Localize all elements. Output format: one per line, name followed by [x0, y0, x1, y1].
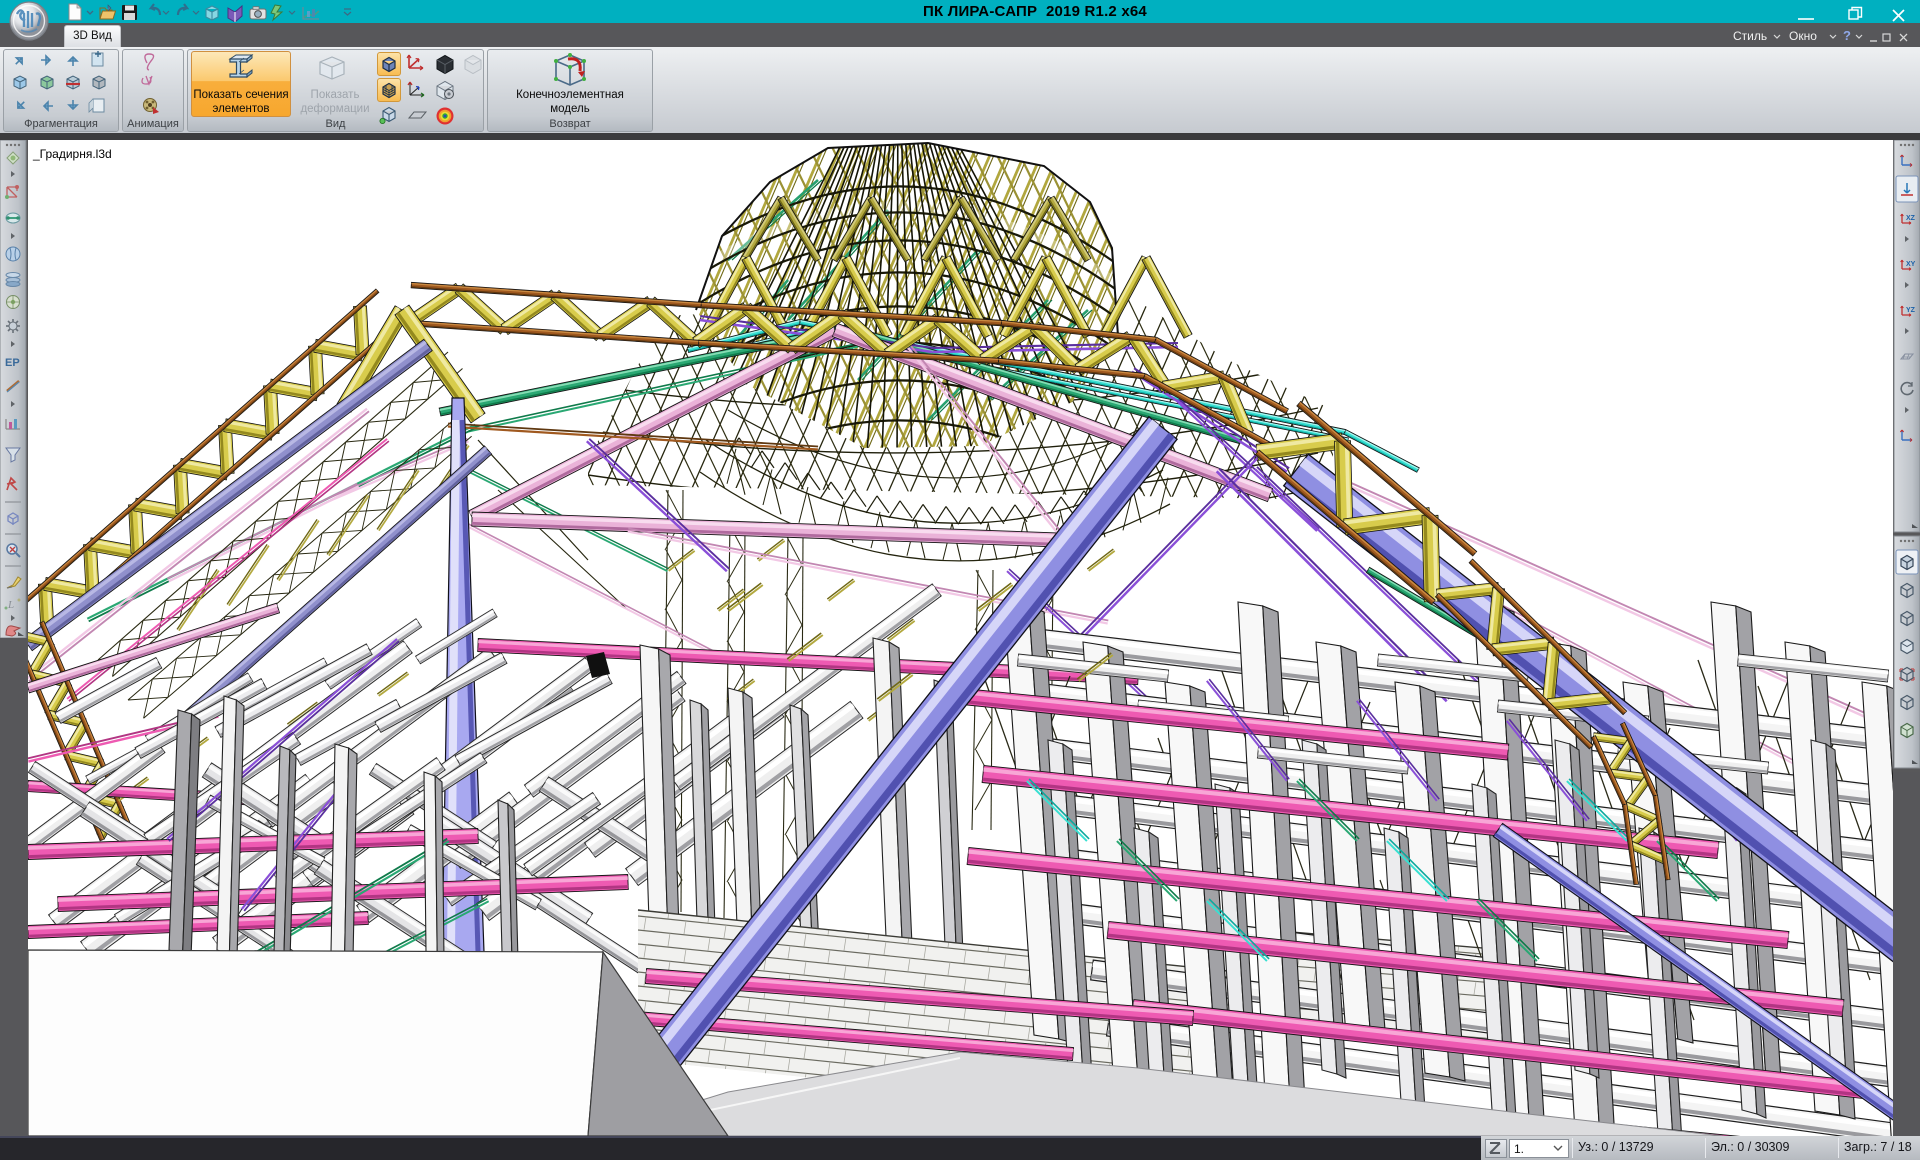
svg-text:EP: EP	[5, 357, 20, 369]
svg-text:XZ: XZ	[1906, 215, 1916, 222]
svg-text:YZ: YZ	[1906, 307, 1916, 314]
svg-text:_Градирня.l3d: _Градирня.l3d	[32, 147, 112, 161]
svg-text:L: L	[7, 599, 14, 611]
svg-text:XY: XY	[1906, 261, 1916, 268]
